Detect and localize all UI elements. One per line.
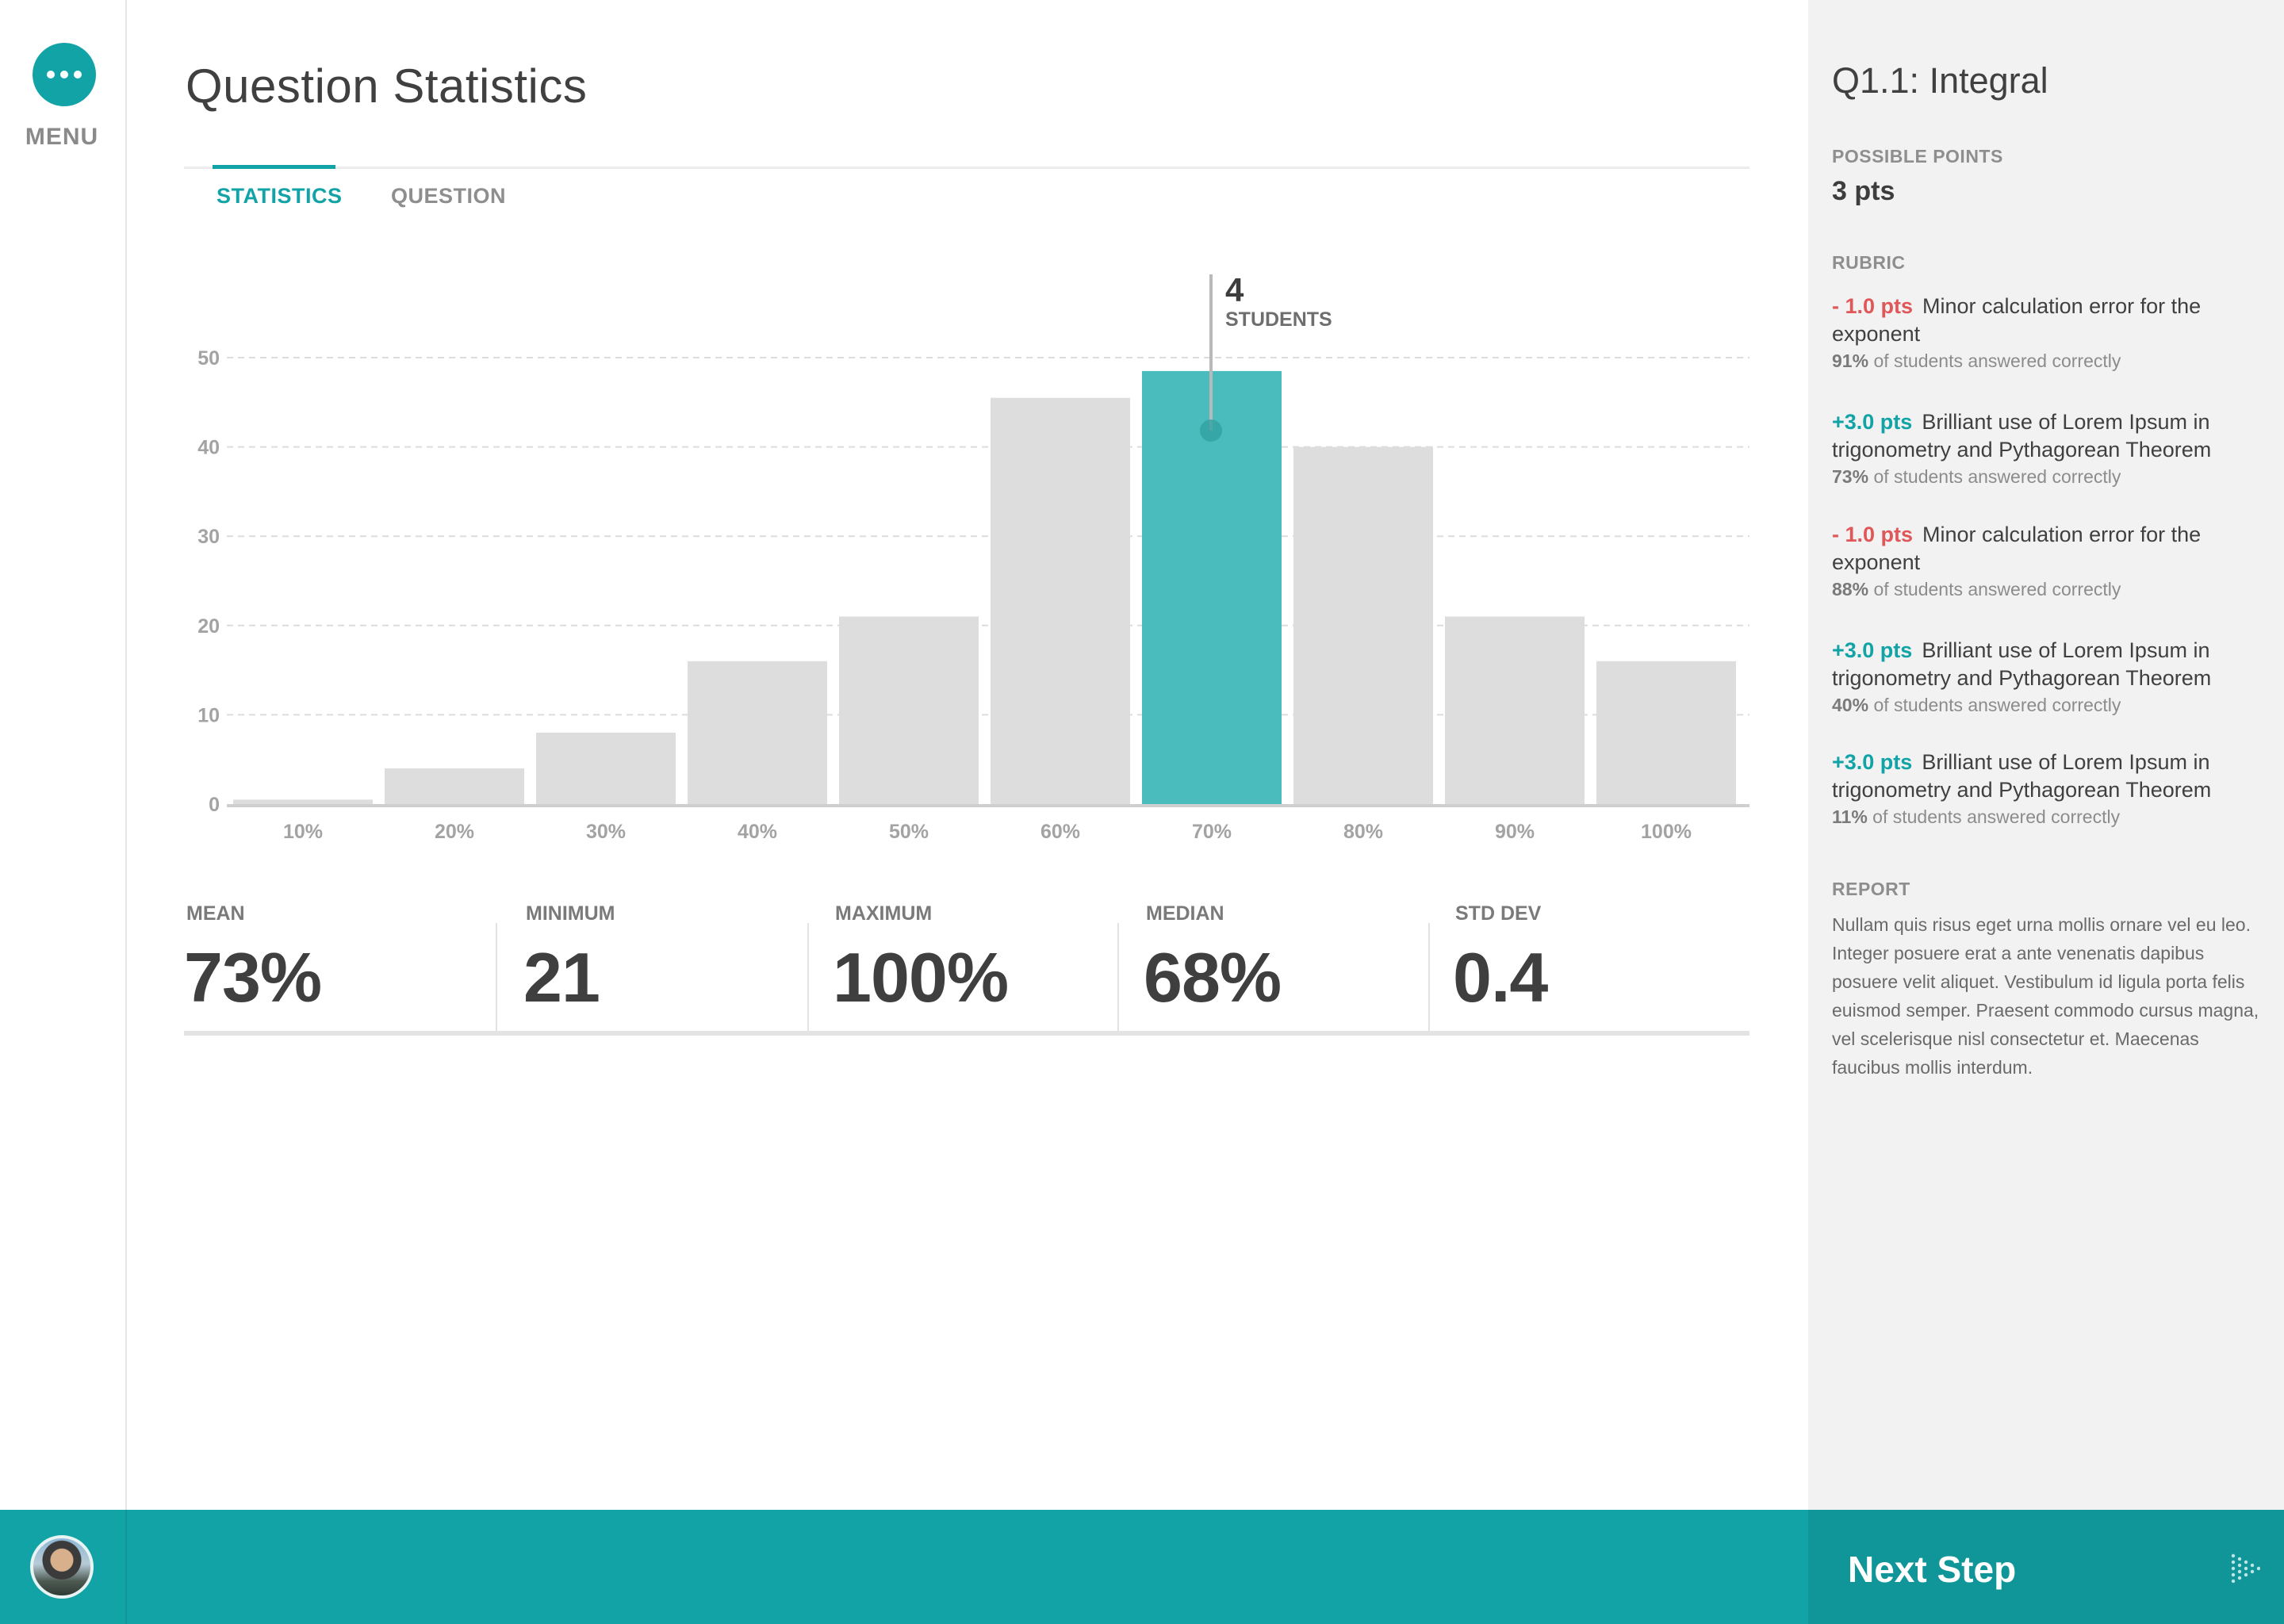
bar-80%[interactable]	[1293, 446, 1433, 804]
possible-points-value: 3 pts	[1832, 176, 1895, 206]
rubric-percent: 73%	[1832, 466, 1869, 487]
bar-100%[interactable]	[1596, 661, 1736, 804]
rubric-points: +3.0 pts	[1832, 750, 1913, 774]
stat-value: 73%	[184, 938, 322, 1017]
rubric-note: of students answered correctly	[1873, 350, 2121, 371]
bar-50%[interactable]	[839, 616, 979, 804]
x-tick-label: 30%	[586, 821, 626, 843]
tooltip-value: 4	[1225, 271, 1244, 308]
x-tick-label: 20%	[435, 821, 474, 843]
stat-divider	[807, 923, 809, 1034]
stat-divider	[496, 923, 497, 1034]
stat-value: 0.4	[1453, 938, 1548, 1017]
rubric-points: +3.0 pts	[1832, 410, 1913, 434]
rubric-percent: 88%	[1832, 579, 1869, 599]
arrow-right-icon	[2231, 1553, 2260, 1584]
rubric-note: of students answered correctly	[1873, 695, 2121, 715]
x-tick-label: 40%	[738, 821, 777, 843]
next-step-button[interactable]: Next Step	[1808, 1510, 2284, 1624]
y-tick-label: 0	[209, 794, 220, 816]
stat-label: MEAN	[186, 902, 245, 925]
rubric-item[interactable]: - 1.0 pts Minor calculation error for the…	[1832, 293, 2276, 372]
y-tick-label: 50	[197, 347, 220, 370]
bar-20%[interactable]	[385, 768, 524, 804]
rubric-percent: 91%	[1832, 350, 1869, 371]
rubric-item[interactable]: - 1.0 pts Minor calculation error for the…	[1832, 521, 2276, 600]
rubric-points: +3.0 pts	[1832, 638, 1913, 662]
stat-value: 68%	[1144, 938, 1282, 1017]
rubric-note: of students answered correctly	[1873, 466, 2121, 487]
rubric-note: of students answered correctly	[1872, 806, 2121, 827]
tooltip-pointer-dot	[1200, 419, 1222, 442]
rubric-item[interactable]: +3.0 pts Brilliant use of Lorem Ipsum in …	[1832, 637, 2276, 716]
bar-60%[interactable]	[991, 397, 1130, 804]
x-tick-label: 70%	[1192, 821, 1232, 843]
stat-divider	[1117, 923, 1119, 1034]
report-text: Nullam quis risus eget urna mollis ornar…	[1832, 914, 2259, 1078]
stat-value: 100%	[833, 938, 1009, 1017]
possible-points-label: POSSIBLE POINTS	[1832, 146, 2003, 167]
y-tick-label: 10	[197, 704, 220, 726]
rubric-points: - 1.0 pts	[1832, 523, 1914, 546]
score-histogram: 0 10 20 30 40 50 10% 20% 30% 40% 50% 60% 70% 80% 90% 10…	[197, 271, 1749, 843]
x-tick-label: 50%	[889, 821, 929, 843]
bar-90%[interactable]	[1445, 616, 1585, 804]
next-step-label: Next Step	[1848, 1549, 2017, 1590]
rubric-percent: 11%	[1832, 806, 1868, 827]
question-panel: Q1.1: Integral POSSIBLE POINTS 3 pts RUB…	[1808, 0, 2284, 1510]
stat-label: MEDIAN	[1146, 902, 1224, 925]
stat-divider	[1428, 923, 1430, 1034]
x-tick-label: 90%	[1495, 821, 1535, 843]
rubric-label: RUBRIC	[1832, 252, 1906, 273]
rubric-item[interactable]: +3.0 pts Brilliant use of Lorem Ipsum in …	[1832, 408, 2276, 488]
rubric-note: of students answered correctly	[1873, 579, 2121, 599]
bar-30%[interactable]	[536, 732, 676, 804]
question-title: Q1.1: Integral	[1832, 60, 2048, 101]
x-tick-label: 10%	[283, 821, 323, 843]
x-tick-label: 60%	[1040, 821, 1080, 843]
rubric-percent: 40%	[1832, 695, 1869, 715]
stats-baseline	[184, 1031, 1749, 1036]
stat-value: 21	[523, 938, 600, 1017]
y-tick-label: 40	[197, 437, 220, 459]
report-label: REPORT	[1832, 879, 1910, 899]
bar-40%[interactable]	[688, 661, 827, 804]
stat-label: STD DEV	[1455, 902, 1542, 925]
stat-label: MINIMUM	[526, 902, 615, 925]
stat-label: MAXIMUM	[835, 902, 933, 925]
rubric-points: - 1.0 pts	[1832, 294, 1914, 318]
summary-stats: MEAN 73% MINIMUM 21 MAXIMUM 100% MEDIAN …	[184, 898, 1749, 1037]
x-tick-label: 80%	[1343, 821, 1383, 843]
user-avatar[interactable]	[30, 1535, 94, 1599]
x-tick-label: 100%	[1641, 821, 1692, 843]
y-tick-label: 30	[197, 526, 220, 548]
rubric-item[interactable]: +3.0 pts Brilliant use of Lorem Ipsum in …	[1832, 749, 2276, 828]
y-tick-label: 20	[197, 615, 220, 638]
footer-divider	[125, 1510, 127, 1624]
tooltip-label: STUDENTS	[1225, 308, 1332, 331]
bar-10%[interactable]	[233, 799, 373, 804]
